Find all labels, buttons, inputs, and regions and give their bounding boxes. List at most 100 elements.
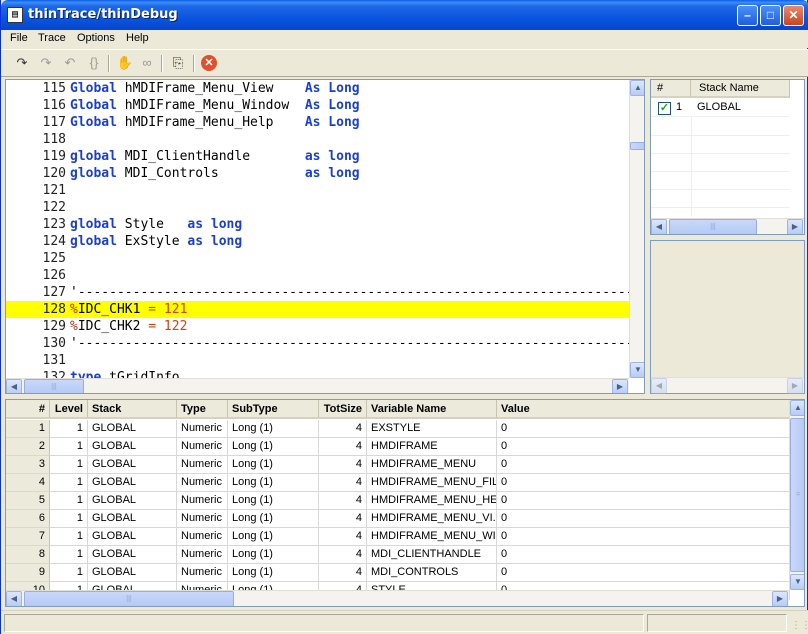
code-line[interactable]: 131 xyxy=(6,352,630,369)
code-keyword: Long xyxy=(328,98,360,113)
source-code-panel[interactable]: 115 Global hMDIFrame_Menu_View As Long 116… xyxy=(5,79,645,394)
code-horizontal-scrollbar[interactable]: ◀ ||| ▶ xyxy=(6,378,629,393)
table-row[interactable]: 4 1 GLOBAL Numeric Long (1) 4 HMDIFRAME_MENU_F… xyxy=(6,474,790,492)
code-vertical-scrollbar[interactable]: ▲ ▼ xyxy=(629,80,644,378)
table-row[interactable]: 8 1 GLOBAL Numeric Long (1) 4 MDI_CLIENTHANDLE… xyxy=(6,546,790,564)
stop-icon[interactable]: ✕ xyxy=(201,55,217,71)
table-row[interactable]: 5 1 GLOBAL Numeric Long (1) 4 HMDIFRAME_MENU_H… xyxy=(6,492,790,510)
menu-trace[interactable]: Trace xyxy=(38,32,66,44)
column-header-level[interactable]: Level xyxy=(50,400,88,419)
scroll-down-icon[interactable]: ▼ xyxy=(790,574,804,590)
var-cell-num[interactable]: 3 xyxy=(6,456,50,474)
scroll-right-icon[interactable]: ▶ xyxy=(612,379,628,393)
resize-grip-icon[interactable]: ⋮⋮ xyxy=(791,619,808,633)
var-cell-num[interactable]: 4 xyxy=(6,474,50,492)
column-header-varname[interactable]: Variable Name xyxy=(367,400,497,419)
close-button[interactable]: ✕ xyxy=(783,5,804,26)
scroll-left-icon[interactable]: ◀ xyxy=(6,379,22,393)
step-into-icon[interactable]: ↷ xyxy=(13,54,31,72)
step-out-icon[interactable]: ↶ xyxy=(61,54,79,72)
code-line[interactable]: 122 xyxy=(6,199,630,216)
copy-icon[interactable]: ⎘ xyxy=(169,54,187,72)
code-line[interactable]: 117 Global hMDIFrame_Menu_Help As Long xyxy=(6,114,630,131)
scroll-down-icon[interactable]: ▼ xyxy=(630,362,644,378)
code-line[interactable]: 121 xyxy=(6,182,630,199)
step-over-icon[interactable]: ↷ xyxy=(37,54,55,72)
var-cell-value: 0 xyxy=(497,564,790,582)
var-cell-num[interactable]: 6 xyxy=(6,510,50,528)
variables-hscroll-thumb[interactable]: ||| xyxy=(24,591,234,606)
var-cell-num[interactable]: 1 xyxy=(6,420,50,438)
stack-header-name[interactable]: Stack Name xyxy=(691,80,790,98)
check-icon[interactable]: ✓ xyxy=(658,102,671,115)
code-vscroll-thumb[interactable] xyxy=(630,142,644,150)
stack-horizontal-scrollbar[interactable]: ◀ ||| ▶ xyxy=(651,218,804,234)
table-row[interactable]: 3 1 GLOBAL Numeric Long (1) 4 HMDIFRAME_MENU 0 xyxy=(6,456,790,474)
detail-horizontal-scrollbar[interactable]: ◀ ▶ xyxy=(651,377,804,394)
code-line[interactable]: 129 %IDC_CHK2 = 122 xyxy=(6,318,630,335)
stack-header-num[interactable]: # xyxy=(651,80,691,98)
code-lines[interactable]: 115 Global hMDIFrame_Menu_View As Long 116… xyxy=(6,80,630,378)
title-bar[interactable]: ▤ thinTrace/thinDebug – □ ✕ xyxy=(1,0,808,30)
menu-options[interactable]: Options xyxy=(77,32,115,44)
scroll-up-icon[interactable]: ▲ xyxy=(630,80,644,96)
code-line[interactable]: 132 type tGridInfo xyxy=(6,369,630,378)
code-line[interactable]: 123 global Style as long xyxy=(6,216,630,233)
column-header-subtype[interactable]: SubType xyxy=(228,400,319,419)
var-cell-num[interactable]: 5 xyxy=(6,492,50,510)
scroll-right-icon[interactable]: ▶ xyxy=(772,591,788,606)
scroll-right-icon[interactable]: ▶ xyxy=(787,378,803,394)
stack-hscroll-thumb[interactable]: ||| xyxy=(669,219,757,234)
code-line[interactable]: 119 global MDI_ClientHandle as long xyxy=(6,148,630,165)
maximize-button[interactable]: □ xyxy=(760,5,781,26)
stack-row[interactable]: ✓ 1 GLOBAL xyxy=(651,99,790,117)
var-cell-num[interactable]: 8 xyxy=(6,546,50,564)
variables-vscroll-thumb[interactable]: = xyxy=(790,418,804,572)
code-hscroll-thumb[interactable]: ||| xyxy=(24,379,84,393)
hand-icon[interactable]: ✋ xyxy=(116,54,134,72)
run-to-cursor-icon[interactable]: {} xyxy=(85,54,103,72)
code-line[interactable]: 126 xyxy=(6,267,630,284)
var-cell-num[interactable]: 9 xyxy=(6,564,50,582)
scroll-left-icon[interactable]: ◀ xyxy=(6,591,22,606)
scroll-right-icon[interactable]: ▶ xyxy=(787,219,803,234)
variables-grid[interactable]: # Level Stack Type SubType TotSize Variable Na… xyxy=(5,399,805,607)
scroll-left-icon[interactable]: ◀ xyxy=(651,378,667,394)
column-header-value[interactable]: Value xyxy=(497,400,790,419)
var-cell-num[interactable]: 2 xyxy=(6,438,50,456)
stack-panel[interactable]: # Stack Name ✓ 1 GLOBAL ◀ ||| ▶ xyxy=(650,79,805,235)
table-row[interactable]: 6 1 GLOBAL Numeric Long (1) 4 HMDIFRAME_MENU_V… xyxy=(6,510,790,528)
code-line[interactable]: 128 %IDC_CHK1 = 121 xyxy=(6,301,630,318)
minimize-button[interactable]: – xyxy=(737,5,758,26)
var-cell-varname: HMDIFRAME xyxy=(367,438,497,456)
column-header-num[interactable]: # xyxy=(6,400,50,419)
code-line[interactable]: 130 '------------------------------------… xyxy=(6,335,630,352)
glasses-icon[interactable]: ∞ xyxy=(138,54,156,72)
variables-vertical-scrollbar[interactable]: ▲ = ▼ xyxy=(789,400,804,590)
var-cell-stack: GLOBAL xyxy=(88,474,177,492)
code-keyword: long xyxy=(328,149,360,164)
variables-horizontal-scrollbar[interactable]: ◀ ||| ▶ xyxy=(6,590,789,606)
document-icon[interactable]: ▤ xyxy=(7,7,23,23)
scroll-up-icon[interactable]: ▲ xyxy=(790,400,804,416)
column-header-type[interactable]: Type xyxy=(177,400,228,419)
code-line[interactable]: 115 Global hMDIFrame_Menu_View As Long xyxy=(6,80,630,97)
column-header-totsize[interactable]: TotSize xyxy=(319,400,367,419)
code-line[interactable]: 127 '------------------------------------… xyxy=(6,284,630,301)
var-cell-num[interactable]: 7 xyxy=(6,528,50,546)
var-cell-varname: MDI_CONTROLS xyxy=(367,564,497,582)
menu-help[interactable]: Help xyxy=(126,32,149,44)
code-line[interactable]: 124 global ExStyle as long xyxy=(6,233,630,250)
column-header-stack[interactable]: Stack xyxy=(88,400,177,419)
scroll-left-icon[interactable]: ◀ xyxy=(651,219,667,234)
table-row[interactable]: 9 1 GLOBAL Numeric Long (1) 4 MDI_CONTROLS 0 xyxy=(6,564,790,582)
table-row[interactable]: 7 1 GLOBAL Numeric Long (1) 4 HMDIFRAME_MENU_W… xyxy=(6,528,790,546)
menu-file[interactable]: File xyxy=(10,32,28,44)
table-row[interactable]: 1 1 GLOBAL Numeric Long (1) 4 EXSTYLE 0 xyxy=(6,420,790,438)
code-line[interactable]: 125 xyxy=(6,250,630,267)
code-line[interactable]: 118 xyxy=(6,131,630,148)
table-row[interactable]: 2 1 GLOBAL Numeric Long (1) 4 HMDIFRAME 0 xyxy=(6,438,790,456)
code-line[interactable]: 116 Global hMDIFrame_Menu_Window As Long xyxy=(6,97,630,114)
code-line[interactable]: 120 global MDI_Controls as long xyxy=(6,165,630,182)
